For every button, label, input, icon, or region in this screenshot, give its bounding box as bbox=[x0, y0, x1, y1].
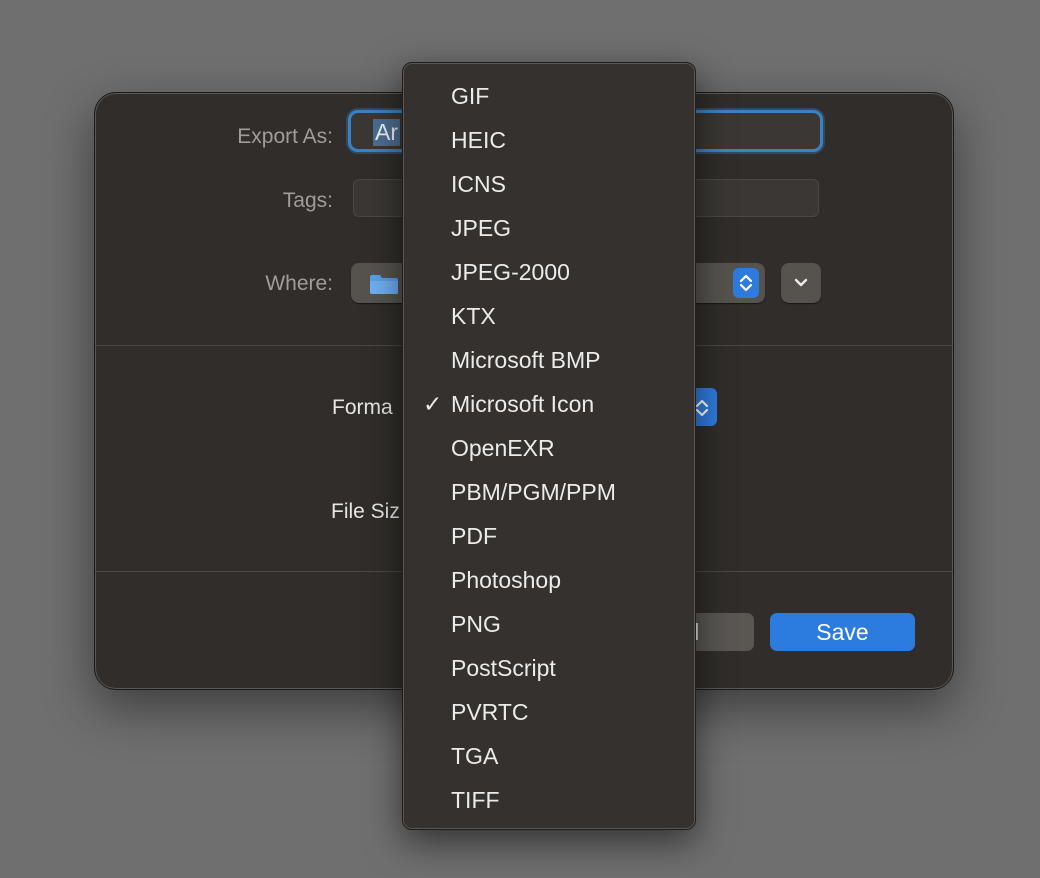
file-size-label: File Siz bbox=[331, 500, 400, 523]
menu-item-pdf[interactable]: PDF bbox=[403, 514, 695, 558]
menu-item-heic[interactable]: HEIC bbox=[403, 118, 695, 162]
expand-button[interactable] bbox=[781, 263, 821, 303]
export-as-selected-text[interactable]: Ar bbox=[373, 119, 400, 146]
menu-item-label: PVRTC bbox=[451, 699, 529, 725]
menu-item-label: PDF bbox=[451, 523, 497, 549]
menu-item-label: Microsoft BMP bbox=[451, 347, 601, 373]
menu-item-label: PBM/PGM/PPM bbox=[451, 479, 616, 505]
menu-item-photoshop[interactable]: Photoshop bbox=[403, 558, 695, 602]
menu-item-label: PostScript bbox=[451, 655, 556, 681]
menu-item-label: Microsoft Icon bbox=[451, 391, 595, 417]
checkmark-icon: ✓ bbox=[423, 391, 443, 417]
menu-item-jpeg[interactable]: JPEG bbox=[403, 206, 695, 250]
menu-item-label: PNG bbox=[451, 611, 501, 637]
save-button[interactable]: Save bbox=[770, 613, 915, 651]
menu-item-png[interactable]: PNG bbox=[403, 602, 695, 646]
menu-item-microsoft-bmp[interactable]: Microsoft BMP bbox=[403, 338, 695, 382]
menu-item-jpeg-2000[interactable]: JPEG-2000 bbox=[403, 250, 695, 294]
where-stepper-icon bbox=[733, 268, 759, 298]
export-as-label: Export As: bbox=[237, 125, 333, 148]
menu-item-label: ICNS bbox=[451, 171, 506, 197]
menu-item-gif[interactable]: GIF bbox=[403, 74, 695, 118]
menu-item-label: Photoshop bbox=[451, 567, 561, 593]
menu-item-ktx[interactable]: KTX bbox=[403, 294, 695, 338]
menu-item-tiff[interactable]: TIFF bbox=[403, 778, 695, 822]
format-label: Forma bbox=[332, 396, 393, 419]
menu-item-pbm-pgm-ppm[interactable]: PBM/PGM/PPM bbox=[403, 470, 695, 514]
menu-item-icns[interactable]: ICNS bbox=[403, 162, 695, 206]
menu-item-pvrtc[interactable]: PVRTC bbox=[403, 690, 695, 734]
tags-label: Tags: bbox=[282, 189, 333, 212]
menu-item-label: OpenEXR bbox=[451, 435, 555, 461]
menu-item-label: KTX bbox=[451, 303, 496, 329]
where-label: Where: bbox=[265, 272, 333, 295]
format-dropdown-menu: GIF HEIC ICNS JPEG JPEG-2000 KTX Microso… bbox=[402, 62, 696, 830]
menu-item-label: JPEG bbox=[451, 215, 512, 241]
menu-item-label: JPEG-2000 bbox=[451, 259, 570, 285]
menu-item-label: TIFF bbox=[451, 787, 500, 813]
menu-item-label: HEIC bbox=[451, 127, 506, 153]
menu-item-label: TGA bbox=[451, 743, 499, 769]
folder-icon bbox=[370, 275, 398, 294]
menu-item-tga[interactable]: TGA bbox=[403, 734, 695, 778]
menu-item-openexr[interactable]: OpenEXR bbox=[403, 426, 695, 470]
menu-item-postscript[interactable]: PostScript bbox=[403, 646, 695, 690]
menu-item-microsoft-icon[interactable]: ✓ Microsoft Icon bbox=[403, 382, 695, 426]
chevron-down-icon bbox=[794, 278, 808, 287]
menu-item-label: GIF bbox=[451, 83, 490, 109]
